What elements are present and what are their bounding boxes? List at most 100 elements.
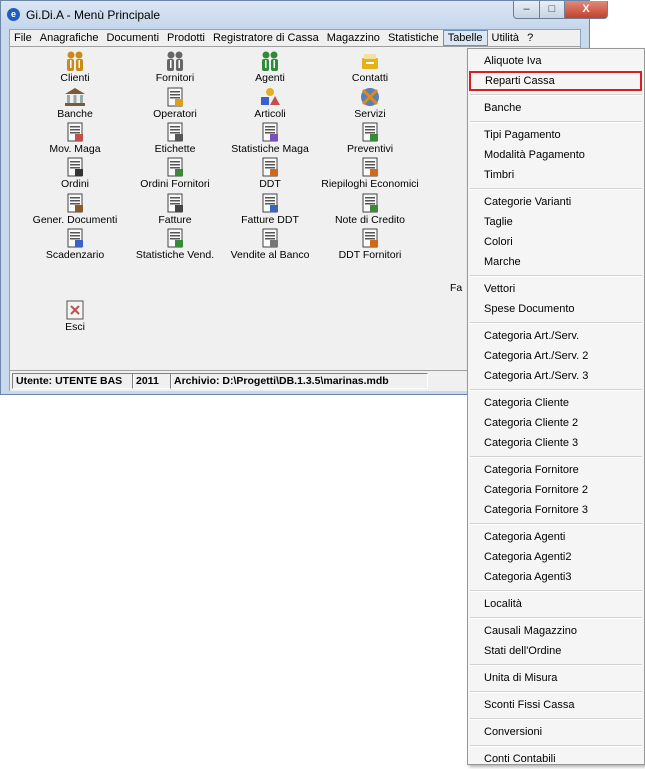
generate-docs-icon	[63, 192, 87, 214]
clipped-item-label[interactable]: Fa	[450, 282, 462, 294]
menu-separator	[470, 275, 642, 277]
dropdown-item-categoria-art-serv-2[interactable]: Categoria Art./Serv. 2	[468, 346, 644, 366]
dropdown-item-sconti-fissi-cassa[interactable]: Sconti Fissi Cassa	[468, 695, 644, 715]
minimize-button[interactable]: –	[513, 1, 540, 19]
menu-separator	[470, 523, 642, 525]
menu-separator	[470, 745, 642, 747]
dropdown-item-conversioni[interactable]: Conversioni	[468, 722, 644, 742]
menu-separator	[470, 590, 642, 592]
grid-button-clienti[interactable]: Clienti	[25, 50, 125, 88]
menu-bar: File Anagrafiche Documenti Prodotti Registra…	[10, 30, 580, 47]
grid-button-ddt-fornitori[interactable]: DDT Fornitori	[320, 227, 420, 265]
grid-button-articoli[interactable]: Articoli	[220, 86, 320, 124]
grid-button-riepiloghi-economici[interactable]: Riepiloghi Economici	[320, 156, 420, 194]
dropdown-item-categoria-cliente-3[interactable]: Categoria Cliente 3	[468, 433, 644, 453]
dropdown-item-aliquote-iva[interactable]: Aliquote Iva	[468, 51, 644, 71]
grid-button-etichette[interactable]: Etichette	[125, 121, 225, 159]
invoice-ddt-icon	[258, 192, 282, 214]
grid-button-statistiche-maga[interactable]: Statistiche Maga	[220, 121, 320, 159]
dropdown-item-categoria-fornitore-2[interactable]: Categoria Fornitore 2	[468, 480, 644, 500]
status-user: Utente: UTENTE BAS	[12, 373, 134, 389]
grid-button-fatture-ddt[interactable]: Fatture DDT	[220, 192, 320, 230]
dropdown-item-banche[interactable]: Banche	[468, 98, 644, 118]
warehouse-move-icon	[63, 121, 87, 143]
grid-button-ordini[interactable]: Ordini	[25, 156, 125, 194]
grid-button-fornitori[interactable]: Fornitori	[125, 50, 225, 88]
grid-button-preventivi[interactable]: Preventivi	[320, 121, 420, 159]
dropdown-item-categoria-art-serv[interactable]: Categoria Art./Serv.	[468, 326, 644, 346]
stats-icon	[258, 121, 282, 143]
ddt-icon	[258, 156, 282, 178]
menu-anagrafiche[interactable]: Anagrafiche	[36, 31, 103, 45]
dropdown-item-conti-contabili[interactable]: Conti Contabili	[468, 749, 644, 769]
dropdown-item-stati-dell-ordine[interactable]: Stati dell'Ordine	[468, 641, 644, 661]
menu-help[interactable]: ?	[523, 31, 537, 45]
grid-button-vendite-al-banco[interactable]: Vendite al Banco	[220, 227, 320, 265]
dropdown-item-localita[interactable]: Località	[468, 594, 644, 614]
dropdown-item-modalita-pagamento[interactable]: Modalità Pagamento	[468, 145, 644, 165]
dropdown-item-categoria-agenti2[interactable]: Categoria Agenti2	[468, 547, 644, 567]
dropdown-item-causali-magazzino[interactable]: Causali Magazzino	[468, 621, 644, 641]
grid-button-label: Contatti	[351, 72, 389, 84]
document-icon	[63, 156, 87, 178]
menu-documenti[interactable]: Documenti	[102, 31, 163, 45]
grid-button-label: Preventivi	[346, 143, 394, 155]
dropdown-item-reparti-cassa[interactable]: Reparti Cassa	[469, 71, 642, 91]
close-button[interactable]: X	[564, 1, 608, 19]
dropdown-item-categoria-fornitore-3[interactable]: Categoria Fornitore 3	[468, 500, 644, 520]
dropdown-item-taglie[interactable]: Taglie	[468, 212, 644, 232]
menu-file[interactable]: File	[10, 31, 36, 45]
grid-button-servizi[interactable]: Servizi	[320, 86, 420, 124]
dropdown-item-vettori[interactable]: Vettori	[468, 279, 644, 299]
dropdown-item-spese-documento[interactable]: Spese Documento	[468, 299, 644, 319]
menu-separator	[470, 94, 642, 96]
maximize-button[interactable]: □	[539, 1, 565, 19]
menu-magazzino[interactable]: Magazzino	[323, 31, 384, 45]
dropdown-item-unita-di-misura[interactable]: Unita di Misura	[468, 668, 644, 688]
dropdown-item-categoria-agenti3[interactable]: Categoria Agenti3	[468, 567, 644, 587]
grid-button-statistiche-vend[interactable]: Statistiche Vend.	[125, 227, 225, 265]
grid-button-ordini-fornitori[interactable]: Ordini Fornitori	[125, 156, 225, 194]
grid-button-gener-documenti[interactable]: Gener. Documenti	[25, 192, 125, 230]
operator-icon	[163, 86, 187, 108]
grid-button-label: Fornitori	[155, 72, 195, 84]
grid-button-scadenzario[interactable]: Scadenzario	[25, 227, 125, 265]
menu-separator	[470, 188, 642, 190]
grid-button-agenti[interactable]: Agenti	[220, 50, 320, 88]
grid-button-fatture[interactable]: Fatture	[125, 192, 225, 230]
dropdown-item-marche[interactable]: Marche	[468, 252, 644, 272]
dropdown-item-categoria-cliente[interactable]: Categoria Cliente	[468, 393, 644, 413]
menu-separator	[470, 691, 642, 693]
grid-button-label: Articoli	[254, 108, 286, 120]
grid-button-label: Operatori	[153, 108, 197, 120]
grid-button-note-di-credito[interactable]: Note di Credito	[320, 192, 420, 230]
grid-button-esci[interactable]: Esci	[25, 299, 125, 337]
grid-button-label: DDT Fornitori	[338, 249, 402, 261]
dropdown-item-categorie-varianti[interactable]: Categorie Varianti	[468, 192, 644, 212]
grid-button-operatori[interactable]: Operatori	[125, 86, 225, 124]
grid-button-mov-maga[interactable]: Mov. Maga	[25, 121, 125, 159]
title-bar[interactable]: e Gi.Di.A - Menù Principale – □ X	[1, 1, 608, 29]
dropdown-item-categoria-fornitore[interactable]: Categoria Fornitore	[468, 460, 644, 480]
people-icon	[63, 50, 87, 72]
dropdown-item-timbri[interactable]: Timbri	[468, 165, 644, 185]
grid-button-label: Fatture	[158, 214, 192, 226]
grid-button-banche[interactable]: Banche	[25, 86, 125, 124]
dropdown-item-colori[interactable]: Colori	[468, 232, 644, 252]
menu-tabelle[interactable]: Tabelle	[442, 30, 488, 46]
grid-button-label: Agenti	[255, 72, 285, 84]
grid-button-contatti[interactable]: Contatti	[320, 50, 420, 88]
grid-button-ddt[interactable]: DDT	[220, 156, 320, 194]
dropdown-item-tipi-pagamento[interactable]: Tipi Pagamento	[468, 125, 644, 145]
menu-registratore-di-cassa[interactable]: Registratore di Cassa	[209, 31, 323, 45]
dropdown-item-categoria-cliente-2[interactable]: Categoria Cliente 2	[468, 413, 644, 433]
status-year: 2011	[132, 373, 172, 389]
grid-button-label: Statistiche Maga	[231, 143, 309, 155]
menu-utilita[interactable]: Utilità	[488, 31, 524, 45]
dropdown-item-categoria-art-serv-3[interactable]: Categoria Art./Serv. 3	[468, 366, 644, 386]
window-title: Gi.Di.A - Menù Principale	[26, 8, 161, 22]
dropdown-item-categoria-agenti[interactable]: Categoria Agenti	[468, 527, 644, 547]
menu-statistiche[interactable]: Statistiche	[384, 31, 443, 45]
grid-button-label: DDT	[259, 178, 281, 190]
menu-prodotti[interactable]: Prodotti	[163, 31, 209, 45]
